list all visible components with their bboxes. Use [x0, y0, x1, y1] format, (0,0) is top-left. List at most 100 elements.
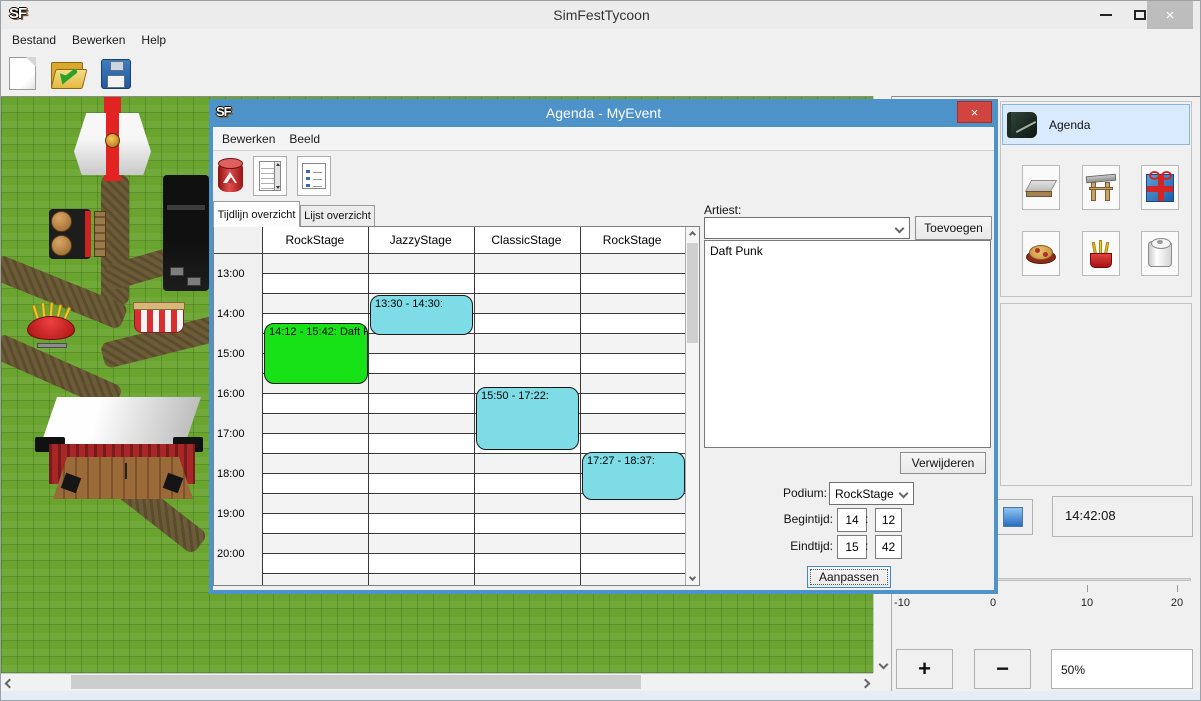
slider-tick: [1177, 585, 1178, 592]
map-horizontal-scroll-thumb[interactable]: [71, 675, 641, 689]
play-pause-button[interactable]: [993, 499, 1033, 535]
main-titlebar: SF SimFestTycoon ×: [1, 1, 1201, 29]
tab-tijdlijn-overzicht[interactable]: Tijdlijn overzicht: [213, 201, 300, 227]
window-bottom-strip: [1, 691, 1201, 701]
list-view-icon: [302, 163, 326, 189]
artist-combobox[interactable]: [704, 217, 910, 239]
delete-trash-icon[interactable]: [218, 161, 243, 192]
toilet-paper-icon: [1148, 241, 1172, 267]
dialog-logo-icon: SF: [216, 104, 231, 119]
menu-bewerken[interactable]: Bewerken: [65, 30, 132, 50]
time-label: 13:00: [217, 268, 259, 280]
close-icon: ×: [1166, 7, 1175, 24]
agenda-dialog: SF Agenda - MyEvent × Bewerken Beeld: [209, 99, 998, 594]
column-header-rockstage2: RockStage: [579, 227, 685, 253]
tab-lijst-overzicht[interactable]: Lijst overzicht: [300, 205, 375, 226]
schedule-event-rockstage[interactable]: 17:27 - 18:37:: [582, 452, 685, 500]
dialog-titlebar[interactable]: SF Agenda - MyEvent ×: [209, 99, 998, 127]
map-wood-table: [94, 211, 106, 257]
apply-button[interactable]: Aanpassen: [807, 566, 891, 588]
schedule-event-classicstage[interactable]: 15:50 - 17:22:: [476, 387, 579, 450]
fries-icon: [1089, 240, 1113, 268]
schedule-scroll-thumb[interactable]: [687, 243, 698, 343]
schedule-header: RockStage JazzyStage ClassicStage RockSt…: [214, 227, 685, 254]
time-gutter: [214, 254, 262, 585]
close-button[interactable]: ×: [1147, 1, 1193, 29]
time-label: 14:00: [217, 308, 259, 320]
agenda-book-icon: [1007, 112, 1037, 138]
remove-artist-button[interactable]: Verwijderen: [900, 452, 986, 474]
podium-label: Podium:: [713, 486, 827, 500]
list-view-button[interactable]: [297, 156, 331, 196]
artist-label: Artiest:: [704, 203, 741, 217]
schedule-scroll-down-icon[interactable]: [686, 570, 699, 585]
item-gift-button[interactable]: [1141, 165, 1179, 210]
open-folder-icon[interactable]: [50, 57, 87, 91]
scroll-left-icon[interactable]: [1, 674, 17, 692]
item-gate-button[interactable]: [1082, 165, 1120, 210]
end-time-label: Eindtijd:: [713, 539, 833, 553]
dialog-menu-beeld[interactable]: Beeld: [282, 129, 327, 149]
map-sound-equipment: [163, 175, 209, 291]
end-hour-field[interactable]: 15: [837, 535, 867, 559]
start-time-label: Begintijd:: [713, 512, 833, 526]
zoom-out-button[interactable]: −: [974, 649, 1031, 689]
zoom-in-button[interactable]: +: [896, 649, 953, 689]
gift-icon: [1146, 174, 1174, 202]
end-minute-field[interactable]: 42: [875, 535, 902, 559]
floppy-slider: [110, 61, 124, 71]
dialog-close-button[interactable]: ×: [957, 101, 992, 123]
artist-listbox[interactable]: Daft Punk: [704, 240, 991, 448]
play-icon: [1003, 507, 1023, 527]
chevron-down-icon: [899, 489, 909, 499]
start-minute-field[interactable]: 12: [875, 508, 902, 532]
slider-label: -10: [887, 597, 917, 609]
time-label: 19:00: [217, 508, 259, 520]
dialog-main-area: Tijdlijn overzicht Lijst overzicht RockS…: [213, 201, 994, 590]
zoom-level-field[interactable]: 50%: [1051, 649, 1193, 689]
torii-gate-icon: [1086, 174, 1116, 202]
window-title: SimFestTycoon: [1, 7, 1201, 23]
agenda-button-label: Agenda: [1049, 118, 1090, 132]
new-file-icon[interactable]: [9, 57, 36, 90]
schedule-event-daft-punk[interactable]: 14:12 - 15:42: Daft Punk: [264, 323, 368, 384]
dialog-client-area: Bewerken Beeld Tijdlijn overzic: [213, 127, 994, 590]
slider-label: 10: [1072, 597, 1102, 609]
schedule-timeline: RockStage JazzyStage ClassicStage RockSt…: [213, 226, 700, 586]
podium-combobox[interactable]: RockStage: [829, 482, 914, 505]
start-hour-field[interactable]: 14: [837, 508, 867, 532]
scroll-down-icon[interactable]: [874, 656, 892, 672]
menu-help[interactable]: Help: [134, 30, 173, 50]
burger: [51, 211, 72, 232]
add-artist-button[interactable]: Toevoegen: [915, 216, 992, 240]
column-header-jazzystage: JazzyStage: [368, 227, 474, 253]
schedule-scrollbar[interactable]: [685, 227, 699, 585]
minimize-button[interactable]: [1089, 1, 1123, 29]
map-main-stage: [29, 397, 201, 499]
empty-groupbox: [1000, 303, 1192, 486]
map-tent: [74, 113, 151, 175]
slider-tick: [1087, 585, 1088, 592]
save-floppy-icon[interactable]: [101, 59, 131, 89]
main-menubar: Bestand Bewerken Help: [1, 29, 1201, 51]
schedule-event-jazzystage[interactable]: 13:30 - 14:30:: [370, 295, 473, 335]
game-clock: 14:42:08: [1052, 496, 1193, 537]
item-road-button[interactable]: [1022, 165, 1060, 210]
menu-bestand[interactable]: Bestand: [5, 30, 63, 50]
artist-list-item[interactable]: Daft Punk: [705, 241, 990, 258]
schedule-scroll-up-icon[interactable]: [686, 227, 699, 242]
agenda-button[interactable]: Agenda: [1002, 104, 1190, 145]
main-toolbar: [1, 51, 1201, 96]
dialog-menubar: Bewerken Beeld: [213, 127, 994, 151]
time-label: 18:00: [217, 468, 259, 480]
item-pizza-button[interactable]: [1022, 231, 1060, 276]
column-header-rockstage: RockStage: [262, 227, 368, 253]
tent-logo: [105, 133, 120, 148]
scroll-right-icon[interactable]: [857, 674, 873, 692]
timeline-view-button[interactable]: [253, 156, 287, 196]
timeline-sheet-icon: [259, 161, 281, 191]
dialog-menu-bewerken[interactable]: Bewerken: [215, 129, 282, 149]
time-label: 16:00: [217, 388, 259, 400]
item-toilet-paper-button[interactable]: [1141, 231, 1179, 276]
item-fries-button[interactable]: [1082, 231, 1120, 276]
